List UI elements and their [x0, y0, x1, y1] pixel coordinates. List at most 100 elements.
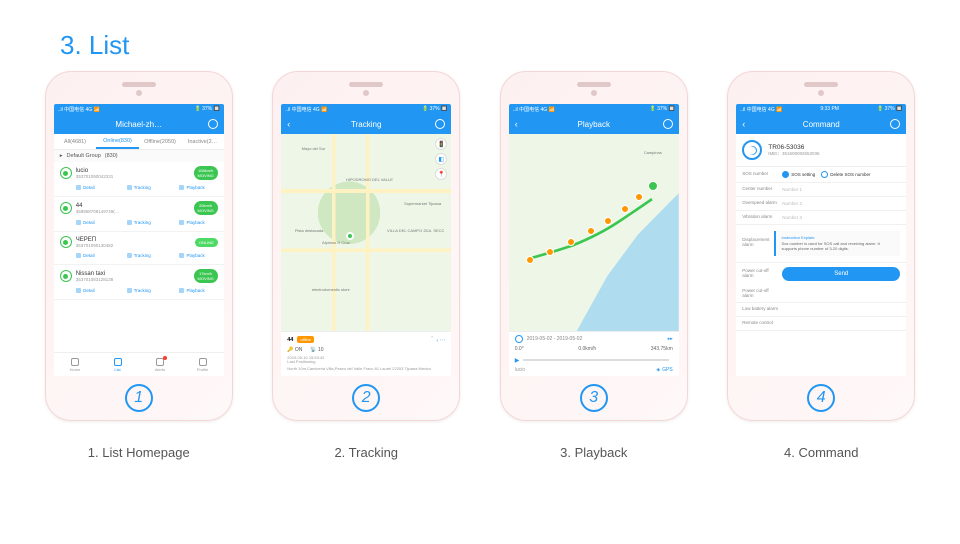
status-badge: offline — [297, 336, 314, 343]
device-id: 353701090042331 — [76, 174, 190, 179]
input-placeholder[interactable]: Number 1 — [782, 187, 900, 192]
device-name: 44 — [287, 337, 293, 343]
device-name: lucio — [515, 367, 525, 373]
date-range: 2019-05-02 - 2019-05-02 — [527, 336, 583, 342]
radio-option[interactable]: Delete SOS number — [821, 171, 870, 178]
nav-home[interactable]: Home — [54, 353, 97, 376]
device-id: 358958708149749(… — [76, 209, 190, 214]
action-tracking[interactable]: Tracking — [113, 251, 164, 260]
traffic-icon[interactable]: 🚦 — [435, 138, 447, 150]
action-tracking[interactable]: Tracking — [113, 286, 164, 295]
command-row[interactable]: Remote control — [736, 317, 906, 331]
action-detail[interactable]: Detail — [60, 218, 111, 227]
tab-offline[interactable]: Offline(2050) — [139, 134, 182, 149]
home-button[interactable]: 1 — [125, 384, 153, 412]
streetview-icon[interactable]: ◧ — [435, 153, 447, 165]
back-icon[interactable]: ‹ — [287, 119, 290, 129]
status-bar: ..il 中国电信 4G 📶🔋 37% 🔲 — [509, 104, 679, 114]
device-row[interactable]: 44 358958708149749(… 20km/hMOVING Detail… — [54, 197, 224, 232]
gps-toggle[interactable]: ◈GPS — [656, 367, 672, 373]
input-placeholder[interactable]: Number 3 — [782, 215, 900, 220]
input-placeholder[interactable]: Number 2 — [782, 201, 900, 206]
route-pin[interactable] — [567, 238, 575, 246]
command-label: SOS number — [742, 172, 778, 177]
map-label: electrodomestic store — [312, 287, 350, 292]
nav-alerts[interactable]: Alerts — [139, 353, 182, 376]
device-list: lucio 353701090042331 108km/hMOVING Deta… — [54, 162, 224, 300]
map[interactable]: Mayo del Sur HIPODROMO DEL VALLE Pista d… — [281, 134, 451, 331]
device-row[interactable]: Nissan taxi 353701083128138 17km/hMOVING… — [54, 265, 224, 300]
share-icons[interactable]: ＾ ‹ ⋯ — [429, 336, 445, 344]
tab-inactive[interactable]: Inactive(2… — [181, 134, 224, 149]
command-row[interactable]: Low battery alarm — [736, 303, 906, 317]
back-icon[interactable]: ‹ — [742, 119, 745, 129]
action-playback[interactable]: Playback — [166, 218, 217, 227]
action-detail[interactable]: Detail — [60, 251, 111, 260]
status-badge: ONLINE — [195, 238, 218, 247]
send-button[interactable]: Send — [782, 267, 900, 281]
map-label: Supermarket Tijuana — [404, 201, 441, 206]
device-id: 353701083128138 — [76, 277, 190, 282]
nav-profile[interactable]: Profile — [181, 353, 224, 376]
nav-list[interactable]: List — [96, 353, 139, 376]
action-detail[interactable]: Detail — [60, 183, 111, 192]
map[interactable]: Campinas — [509, 134, 679, 331]
group-header[interactable]: ▸ Default Group (830) — [54, 150, 224, 162]
home-button[interactable]: 3 — [580, 384, 608, 412]
status-bar: ..il 中国电信 4G 📶🔋 37% 🔲 — [281, 104, 451, 114]
route-pin[interactable] — [526, 256, 534, 264]
progress[interactable]: ▶ — [515, 355, 673, 365]
map-label: Campinas — [644, 150, 662, 155]
map-label: Pista destacada — [295, 228, 323, 233]
radio-option[interactable]: SOS setting — [782, 171, 815, 178]
caption: 2. Tracking — [334, 445, 398, 460]
options-icon[interactable] — [663, 119, 673, 129]
address: North 10m,Camiceria Villa,Paseo del Vall… — [287, 367, 445, 372]
tab-all[interactable]: All(4681) — [54, 134, 97, 149]
route-pin[interactable] — [587, 227, 595, 235]
device-row[interactable]: lucio 353701090042331 108km/hMOVING Deta… — [54, 162, 224, 197]
command-row[interactable]: Vibration alarmNumber 3 — [736, 211, 906, 225]
route-pin[interactable] — [604, 217, 612, 225]
action-playback[interactable]: Playback — [166, 251, 217, 260]
gps-icon: ◈ — [656, 367, 660, 373]
action-playback[interactable]: Playback — [166, 183, 217, 192]
command-row[interactable]: Center numberNumber 1 — [736, 183, 906, 197]
play-icon[interactable]: ▶ — [515, 357, 520, 364]
instruction-explain: Instruction Explain:Sos number is used f… — [774, 231, 901, 256]
status-badge: 17km/hMOVING — [194, 269, 218, 283]
home-button[interactable]: 4 — [807, 384, 835, 412]
header-title: Command — [803, 120, 840, 129]
action-playback[interactable]: Playback — [166, 286, 217, 295]
tab-online[interactable]: Online(830) — [96, 134, 139, 149]
header-right-icon[interactable] — [208, 119, 218, 129]
phone-frame: ..il 中国电信 4G 📶9:33 PM🔋 37% 🔲 ‹ Command T… — [727, 71, 915, 421]
header-title: Michael-zh… — [115, 120, 162, 129]
home-button[interactable]: 2 — [352, 384, 380, 412]
action-tracking[interactable]: Tracking — [113, 183, 164, 192]
speed-icon[interactable]: ▸▸ — [668, 336, 673, 342]
radio-group[interactable]: SOS setting Delete SOS number — [782, 171, 870, 178]
command-row[interactable]: Overspeed alarmNumber 2 — [736, 197, 906, 211]
action-tracking[interactable]: Tracking — [113, 218, 164, 227]
calendar-icon[interactable] — [515, 335, 523, 343]
header-title: Tracking — [351, 120, 381, 129]
layers-icon[interactable]: 📍 — [435, 168, 447, 180]
target-icon[interactable] — [435, 119, 445, 129]
speed: 0.0km/h — [578, 346, 596, 352]
command-list: SOS number SOS setting Delete SOS number Ce… — [736, 167, 906, 331]
command-row[interactable]: SOS number SOS setting Delete SOS number — [736, 167, 906, 183]
alert-dot — [163, 356, 167, 360]
heading: 0.0° — [515, 346, 524, 352]
map-label: Alpimos R Cruz — [322, 240, 350, 245]
history-icon[interactable] — [890, 119, 900, 129]
device-row[interactable]: ЧЕРЕП 353701090130482 ONLINE DetailTrack… — [54, 232, 224, 265]
device-header: TR06-53036 IMEI：351608082653036 — [736, 134, 906, 167]
tracking-footer: 44 offline ＾ ‹ ⋯ 🔑 ON 📡 10 2019-05-10 15… — [281, 331, 451, 376]
back-icon[interactable]: ‹ — [515, 119, 518, 129]
command-row[interactable]: Power cut-off alarm — [736, 285, 906, 304]
command-row[interactable]: Displacement alarm Instruction Explain:S… — [736, 225, 906, 263]
route-pin[interactable] — [635, 193, 643, 201]
route-pin[interactable] — [621, 205, 629, 213]
action-detail[interactable]: Detail — [60, 286, 111, 295]
